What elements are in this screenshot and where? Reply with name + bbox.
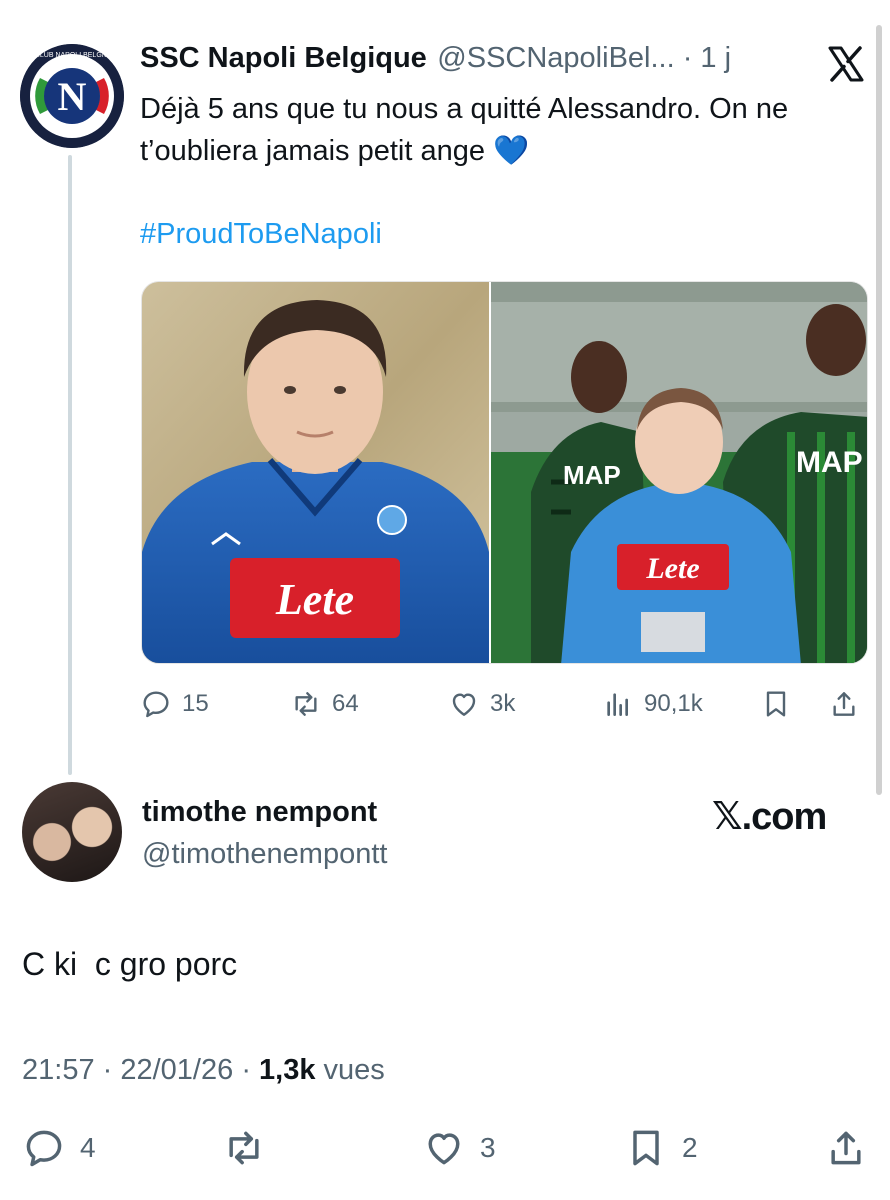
reply-like-button[interactable]: 3 [422,1124,496,1172]
share-icon [833,692,855,716]
left-player-kit-text: MAP [563,460,621,490]
reply-handle[interactable]: @timothenempontt [142,838,387,871]
like-button[interactable]: 3k [448,684,515,724]
repost-count: 64 [332,690,359,717]
boy-portrait-photo: Lete [142,282,489,663]
quoted-display-name[interactable]: SSC Napoli Belgique [140,42,427,74]
share-button[interactable] [828,684,860,724]
bookmark-icon [633,1130,659,1166]
heart-icon [452,693,476,716]
napoli-belgique-avatar[interactable]: N CLUB NAPOLI BELGIO [20,44,124,148]
tweet-media[interactable]: Lete MAP MAP Lete [141,281,868,664]
view-count: 90,1k [644,690,703,717]
reply-views-label: vues [323,1054,385,1086]
lete-sponsor-text: Lete [275,575,354,624]
stadium-photo: MAP MAP Lete [491,282,867,663]
x-logo-icon [826,44,866,84]
like-count: 3k [490,690,516,717]
reply-display-name[interactable]: timothe nempont [142,796,377,829]
reply-views-count: 1,3k [259,1054,316,1086]
avatar-ring-text: CLUB NAPOLI BELGIO [35,52,110,59]
reply-bookmark-count: 2 [682,1132,698,1163]
views-button[interactable]: 90,1k [602,684,703,724]
quoted-tweet-actions: 15 64 3k 90,1k [140,684,870,724]
reply-tweet-actions: 4 3 2 [0,1124,890,1172]
right-player-kit-text: MAP [796,446,863,479]
reply-count: 15 [182,690,209,717]
analytics-icon [607,693,628,716]
reply-time[interactable]: 21:57 [22,1054,95,1086]
napoli-n-logo: N [58,74,87,119]
reply-like-count: 3 [480,1132,496,1163]
quoted-handle-time[interactable]: @SSCNapoliBel... · 1 j [437,42,731,74]
reply-meta: 21:57 · 22/01/26 · 1,3k vues [22,1054,385,1086]
bookmark-icon [766,691,786,717]
reply-share-button[interactable] [824,1124,868,1172]
share-icon [831,1131,861,1165]
quoted-tweet-text: Déjà 5 ans que tu nous a quitté Alessand… [140,93,789,167]
scrollbar[interactable] [876,25,882,795]
hashtag-link[interactable]: #ProudToBeNapoli [140,218,382,251]
bookmark-button[interactable] [760,684,792,724]
repost-icon [295,692,317,716]
reply-reply-button[interactable]: 4 [22,1124,96,1172]
repost-button[interactable]: 64 [290,684,359,724]
reply-icon [26,1130,62,1167]
thread-line [68,155,72,775]
heart-icon [428,1133,460,1165]
reply-date[interactable]: 22/01/26 [120,1054,233,1086]
reply-tweet-text: C ki c gro porc [22,946,238,982]
reply-repost-button[interactable] [222,1124,266,1172]
timothe-avatar[interactable] [22,782,122,882]
reply-icon [143,691,169,718]
repost-icon [229,1131,259,1165]
reply-reply-count: 4 [80,1132,96,1163]
lete-sponsor-text-2: Lete [645,552,699,585]
reply-bookmark-button[interactable]: 2 [624,1124,698,1172]
x-com-watermark: 𝕏.com [712,796,827,838]
quoted-tweet-header: SSC Napoli Belgique @SSCNapoliBel... · 1… [140,42,860,82]
reply-button[interactable]: 15 [140,684,209,724]
